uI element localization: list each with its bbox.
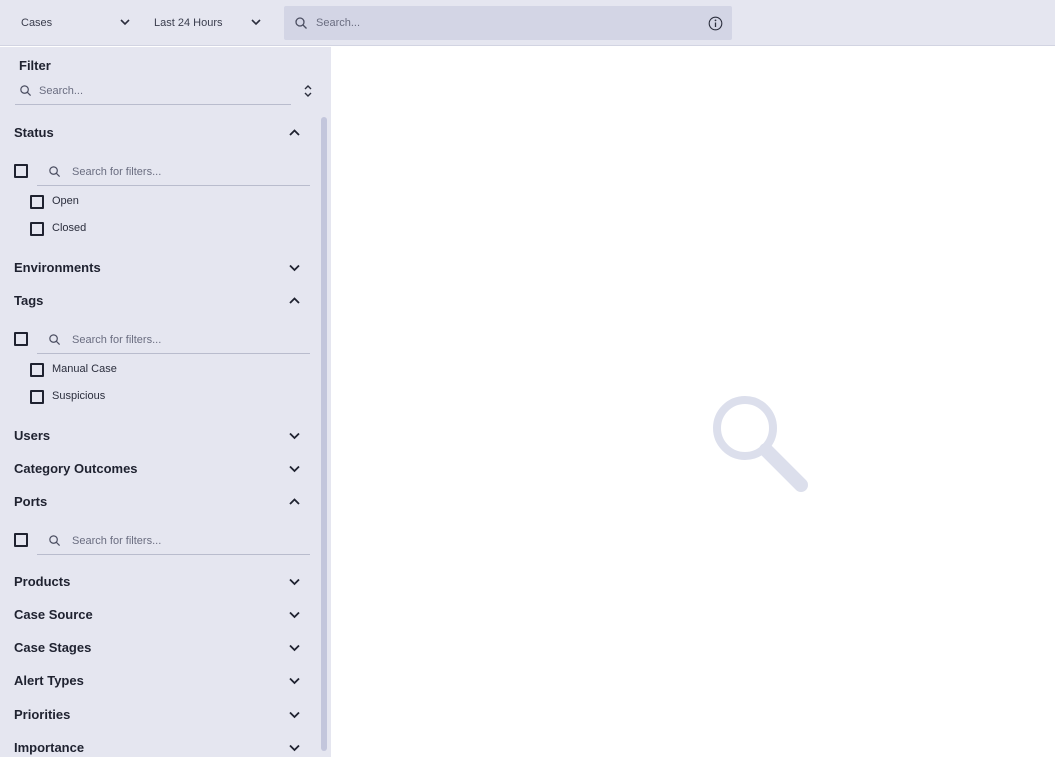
ports-search-input[interactable]	[72, 532, 302, 550]
section-label: Products	[14, 574, 71, 589]
chevron-down-icon	[289, 711, 300, 719]
chevron-down-icon	[289, 644, 300, 652]
section-label: Alert Types	[14, 673, 84, 688]
section-header-tags[interactable]: Tags	[14, 289, 308, 311]
filter-title: Filter	[19, 58, 51, 73]
chevron-down-icon	[289, 677, 300, 685]
section-header-users[interactable]: Users	[14, 424, 308, 446]
search-field	[37, 158, 310, 186]
search-icon	[295, 17, 307, 29]
section-header-category-outcomes[interactable]: Category Outcomes	[14, 457, 308, 479]
main-content	[331, 47, 1055, 757]
section-header-status[interactable]: Status	[14, 121, 308, 143]
global-search-input[interactable]	[316, 14, 686, 32]
time-range-dropdown[interactable]: Last 24 Hours	[154, 10, 269, 36]
time-range-value: Last 24 Hours	[154, 17, 223, 29]
search-icon	[49, 166, 61, 178]
chevron-down-icon	[289, 744, 300, 752]
section-label: Ports	[14, 494, 48, 509]
section-label: Environments	[14, 260, 101, 275]
entity-dropdown-value: Cases	[21, 17, 53, 29]
section-header-ports[interactable]: Ports	[14, 490, 308, 512]
section-label: Tags	[14, 293, 44, 308]
section-header-environments[interactable]: Environments	[14, 256, 308, 278]
section-header-alert-types[interactable]: Alert Types	[14, 669, 308, 691]
section-label: Importance	[14, 740, 85, 755]
section-label: Priorities	[14, 707, 71, 722]
chevron-down-icon	[289, 465, 300, 473]
section-label: Case Source	[14, 607, 93, 622]
search-icon	[49, 535, 61, 547]
chevron-down-icon	[289, 264, 300, 272]
option-label: Closed	[52, 222, 87, 234]
chevron-down-icon	[289, 432, 300, 440]
section-label: Users	[14, 428, 51, 443]
magnifier-icon	[713, 396, 808, 492]
section-header-case-stages[interactable]: Case Stages	[14, 636, 308, 658]
status-search-input[interactable]	[72, 163, 302, 181]
entity-dropdown[interactable]: Cases	[21, 10, 136, 36]
section-label: Category Outcomes	[14, 461, 138, 476]
select-all-checkbox[interactable]	[14, 164, 28, 178]
tags-filter-search	[14, 326, 310, 354]
sidebar-scrollbar[interactable]	[321, 117, 327, 751]
sort-icon[interactable]	[302, 83, 314, 99]
select-all-checkbox[interactable]	[14, 332, 28, 346]
top-bar: Cases Last 24 Hours	[0, 0, 1055, 46]
chevron-up-icon	[289, 498, 300, 505]
chevron-up-icon	[289, 129, 300, 136]
filter-sidebar: Filter Status Open Closed	[0, 47, 331, 757]
search-icon	[49, 334, 61, 346]
section-header-priorities[interactable]: Priorities	[14, 703, 308, 725]
chevron-down-icon	[120, 19, 130, 26]
chevron-down-icon	[251, 19, 261, 26]
select-all-checkbox[interactable]	[14, 533, 28, 547]
ports-filter-search	[14, 527, 310, 555]
section-label: Case Stages	[14, 640, 92, 655]
chevron-up-icon	[289, 297, 300, 304]
status-filter-search	[14, 158, 310, 186]
search-icon	[20, 85, 32, 97]
option-label: Open	[52, 195, 79, 207]
option-label: Manual Case	[52, 363, 117, 375]
chevron-down-icon	[289, 578, 300, 586]
chevron-down-icon	[289, 611, 300, 619]
section-header-importance[interactable]: Importance	[14, 736, 308, 757]
filter-search	[15, 79, 291, 105]
global-search	[284, 6, 732, 40]
section-header-case-source[interactable]: Case Source	[14, 603, 308, 625]
section-header-products[interactable]: Products	[14, 570, 308, 592]
checkbox[interactable]	[30, 363, 44, 377]
search-field	[37, 326, 310, 354]
section-label: Status	[14, 125, 54, 140]
option-label: Suspicious	[52, 390, 106, 402]
filter-search-input[interactable]	[39, 82, 279, 100]
checkbox[interactable]	[30, 195, 44, 209]
info-icon[interactable]	[708, 16, 723, 31]
search-field	[37, 527, 310, 555]
checkbox[interactable]	[30, 390, 44, 404]
checkbox[interactable]	[30, 222, 44, 236]
tags-search-input[interactable]	[72, 331, 302, 349]
